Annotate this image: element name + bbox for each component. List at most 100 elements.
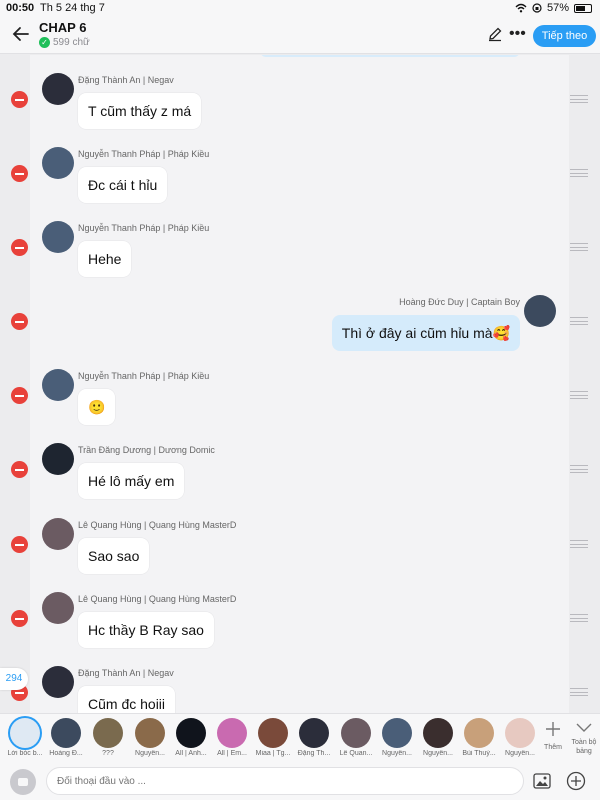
drag-handle-icon[interactable]	[570, 688, 588, 696]
delete-message-button[interactable]	[11, 91, 28, 108]
character-item[interactable]: All | Anh...	[171, 718, 211, 757]
message-bubble[interactable]: Hé lô mấy em	[78, 463, 185, 499]
character-item[interactable]: Nguyễn...	[418, 718, 458, 757]
character-name: Nguyễn...	[423, 750, 453, 757]
drag-handle-icon[interactable]	[570, 540, 588, 548]
sender-name: Nguyễn Thanh Pháp | Pháp Kiều	[78, 371, 210, 381]
character-item[interactable]: Lê Quan...	[336, 718, 376, 757]
character-avatar	[341, 718, 371, 748]
sender-name: Lê Quang Hùng | Quang Hùng MasterD	[78, 520, 237, 530]
next-chapter-button[interactable]: Tiếp theo	[533, 25, 596, 47]
message-bubble[interactable]: Hehe	[78, 241, 132, 277]
back-arrow-icon[interactable]	[10, 23, 32, 45]
page-title: CHAP 6	[39, 20, 87, 35]
message-count-badge[interactable]: 294	[0, 668, 28, 690]
character-avatar	[93, 718, 123, 748]
message-row[interactable]: Nguyễn Thanh Pháp | Pháp Kiều Hehe	[30, 203, 569, 277]
character-item[interactable]: Bùi Thuỳ...	[459, 718, 499, 757]
delete-message-button[interactable]	[11, 610, 28, 627]
message-bubble[interactable]: T cũm thấy z má	[78, 93, 202, 129]
drag-handle-icon[interactable]	[570, 243, 588, 251]
character-item[interactable]: Miaa | Tg...	[253, 718, 293, 757]
sender-name: Trần Đăng Dương | Dương Domic	[78, 445, 215, 455]
character-item[interactable]: All | Em...	[212, 718, 252, 757]
character-item[interactable]: Nguyễn...	[500, 718, 540, 757]
collapse-panel-button[interactable]: Toàn bộ bảng	[568, 720, 600, 756]
sender-name: Nguyễn Thanh Pháp | Pháp Kiều	[78, 149, 210, 159]
character-item[interactable]: Đặng Th...	[294, 718, 334, 757]
drag-handle-icon[interactable]	[570, 317, 588, 325]
battery-percent: 57%	[546, 2, 569, 14]
message-row[interactable]: Đặng Thành An | Negav Cũm đc hoiii	[30, 648, 569, 713]
character-item[interactable]: Hoàng Đ...	[46, 718, 86, 757]
message-row[interactable]: Trần Đăng Dương | Dương Domic Hé lô mấy …	[30, 425, 569, 499]
delete-gutter	[0, 55, 30, 713]
add-character-button[interactable]: Thêm	[540, 720, 566, 752]
status-time: 00:50	[6, 2, 35, 14]
message-bubble[interactable]: 🙂	[78, 389, 116, 425]
header: CHAP 6 ✓ 599 chữ ••• Tiếp theo	[0, 16, 600, 54]
delete-message-button[interactable]	[11, 387, 28, 404]
delete-message-button[interactable]	[11, 536, 28, 553]
drag-handle-icon[interactable]	[570, 465, 588, 473]
character-name: All | Anh...	[175, 750, 207, 757]
delete-message-button[interactable]	[11, 313, 28, 330]
character-avatar	[135, 718, 165, 748]
avatar	[42, 147, 74, 179]
delete-message-button[interactable]	[11, 239, 28, 256]
message-bubble[interactable]: Thì ở đây ai cũm hỉu mà🥰	[331, 315, 520, 351]
character-name: Bùi Thuỳ...	[462, 750, 496, 757]
message-bubble[interactable]: Cũm đc hoiii	[78, 686, 176, 713]
reorder-gutter	[569, 55, 600, 713]
plus-icon	[546, 722, 560, 736]
message-bubble[interactable]: Đc cái t hỉu	[78, 167, 168, 203]
message-row[interactable]: Lê Quang Hùng | Quang Hùng MasterD Sao s…	[30, 500, 569, 574]
sender-name: Đặng Thành An | Negav	[78, 668, 174, 678]
status-date: Th 5 24 thg 7	[40, 2, 105, 14]
character-name: ???	[102, 750, 114, 757]
battery-icon	[574, 3, 592, 13]
chevron-down-icon	[576, 723, 592, 732]
message-bubble[interactable]: Hc thầy B Ray sao	[78, 612, 214, 648]
status-bar: 00:50 Th 5 24 thg 7 57%	[0, 0, 600, 16]
character-name: Đặng Th...	[297, 750, 331, 757]
message-feed[interactable]: Đặng Thành An | Negav T cũm thấy z má Ng…	[30, 55, 569, 713]
sender-name: Lê Quang Hùng | Quang Hùng MasterD	[78, 594, 237, 604]
narrator-icon	[10, 718, 40, 748]
sender-name: Hoàng Đức Duy | Captain Boy	[399, 297, 520, 307]
add-circle-icon[interactable]	[566, 771, 586, 791]
image-icon[interactable]	[533, 773, 551, 789]
collapse-label: Toàn bộ bảng	[571, 739, 597, 755]
message-row[interactable]: Đặng Thành An | Negav T cũm thấy z má	[30, 55, 569, 129]
character-avatar	[217, 718, 247, 748]
character-item[interactable]: Nguyễn...	[130, 718, 170, 757]
character-name: Nguyễn...	[382, 750, 412, 757]
character-name: Lời bóc b...	[7, 750, 43, 757]
character-item[interactable]: ???	[88, 718, 128, 757]
character-name: Nguyễn...	[135, 750, 165, 757]
character-name: Nguyễn...	[505, 750, 535, 757]
drag-handle-icon[interactable]	[570, 95, 588, 103]
avatar	[42, 666, 74, 698]
character-item[interactable]: Nguyễn...	[377, 718, 417, 757]
more-options-icon[interactable]: •••	[509, 25, 526, 43]
drag-handle-icon[interactable]	[570, 391, 588, 399]
dialogue-input[interactable]	[46, 767, 524, 795]
chat-bubble-icon[interactable]	[10, 769, 36, 795]
message-row[interactable]: Nguyễn Thanh Pháp | Pháp Kiều Đc cái t h…	[30, 129, 569, 203]
check-icon: ✓	[39, 37, 50, 48]
character-narrator[interactable]: Lời bóc b...	[5, 718, 45, 757]
input-bar	[0, 763, 600, 800]
message-row[interactable]: Lê Quang Hùng | Quang Hùng MasterD Hc th…	[30, 574, 569, 648]
delete-message-button[interactable]	[11, 461, 28, 478]
message-bubble[interactable]: Sao sao	[78, 538, 150, 574]
pencil-icon[interactable]	[487, 26, 503, 42]
message-row[interactable]: Nguyễn Thanh Pháp | Pháp Kiều 🙂	[30, 351, 569, 425]
status-right: 57%	[515, 2, 592, 14]
sender-name: Đặng Thành An | Negav	[78, 75, 174, 85]
delete-message-button[interactable]	[11, 165, 28, 182]
avatar	[42, 221, 74, 253]
drag-handle-icon[interactable]	[570, 169, 588, 177]
message-row[interactable]: Hoàng Đức Duy | Captain Boy Thì ở đây ai…	[30, 277, 569, 351]
drag-handle-icon[interactable]	[570, 614, 588, 622]
